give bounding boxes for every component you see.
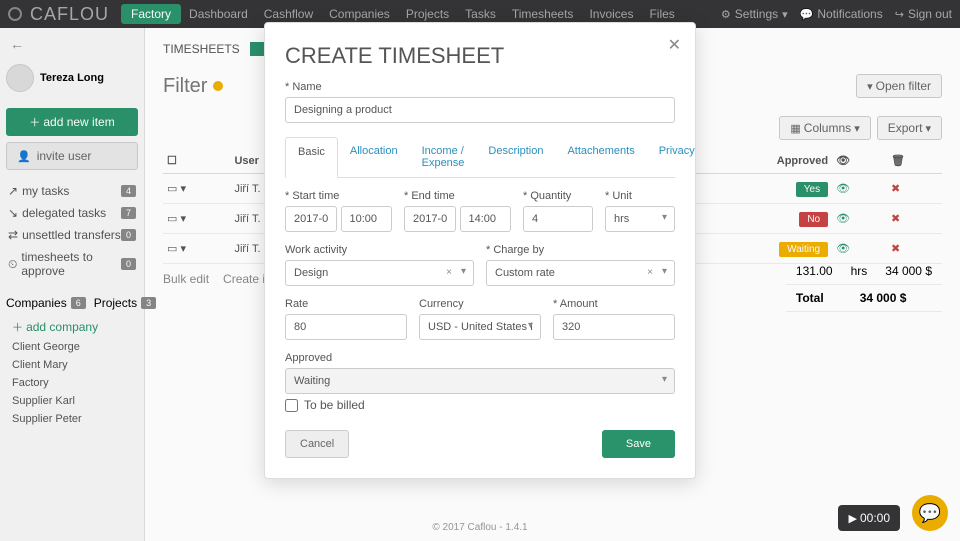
modal-tabs: Basic Allocation Income / Expense Descri… <box>285 137 675 178</box>
amount-input[interactable] <box>553 314 675 340</box>
tab-privacy[interactable]: Privacy <box>647 137 707 177</box>
start-time-label: * Start time <box>285 190 392 202</box>
start-time-input[interactable] <box>341 206 393 232</box>
clear-activity-icon[interactable]: × <box>446 267 452 278</box>
rate-input[interactable] <box>285 314 407 340</box>
create-timesheet-modal: ✕ CREATE TIMESHEET * Name Basic Allocati… <box>264 22 696 479</box>
charge-label: * Charge by <box>486 244 675 256</box>
activity-label: Work activity <box>285 244 474 256</box>
save-button[interactable]: Save <box>602 430 675 458</box>
tab-allocation[interactable]: Allocation <box>338 137 410 177</box>
clear-charge-icon[interactable]: × <box>647 267 653 278</box>
billed-checkbox[interactable] <box>285 399 298 412</box>
quantity-input[interactable] <box>523 206 593 232</box>
end-time-label: * End time <box>404 190 511 202</box>
currency-label: Currency <box>419 298 541 310</box>
unit-select[interactable] <box>605 206 675 232</box>
close-icon[interactable]: ✕ <box>668 35 681 55</box>
currency-select[interactable] <box>419 314 541 340</box>
tab-basic[interactable]: Basic <box>285 137 338 178</box>
amount-label: * Amount <box>553 298 675 310</box>
unit-label: * Unit <box>605 190 675 202</box>
tab-attachments[interactable]: Attachements <box>555 137 646 177</box>
name-input[interactable] <box>285 97 675 123</box>
quantity-label: * Quantity <box>523 190 593 202</box>
approved-select[interactable] <box>285 368 675 394</box>
rate-label: Rate <box>285 298 407 310</box>
tab-description[interactable]: Description <box>476 137 555 177</box>
end-date-input[interactable] <box>404 206 456 232</box>
name-label: * Name <box>285 81 675 93</box>
start-date-input[interactable] <box>285 206 337 232</box>
billed-label: To be billed <box>304 398 365 412</box>
cancel-button[interactable]: Cancel <box>285 430 349 458</box>
approved-label: Approved <box>285 352 675 364</box>
tab-income-expense[interactable]: Income / Expense <box>410 137 477 177</box>
modal-title: CREATE TIMESHEET <box>285 43 675 69</box>
end-time-input[interactable] <box>460 206 512 232</box>
